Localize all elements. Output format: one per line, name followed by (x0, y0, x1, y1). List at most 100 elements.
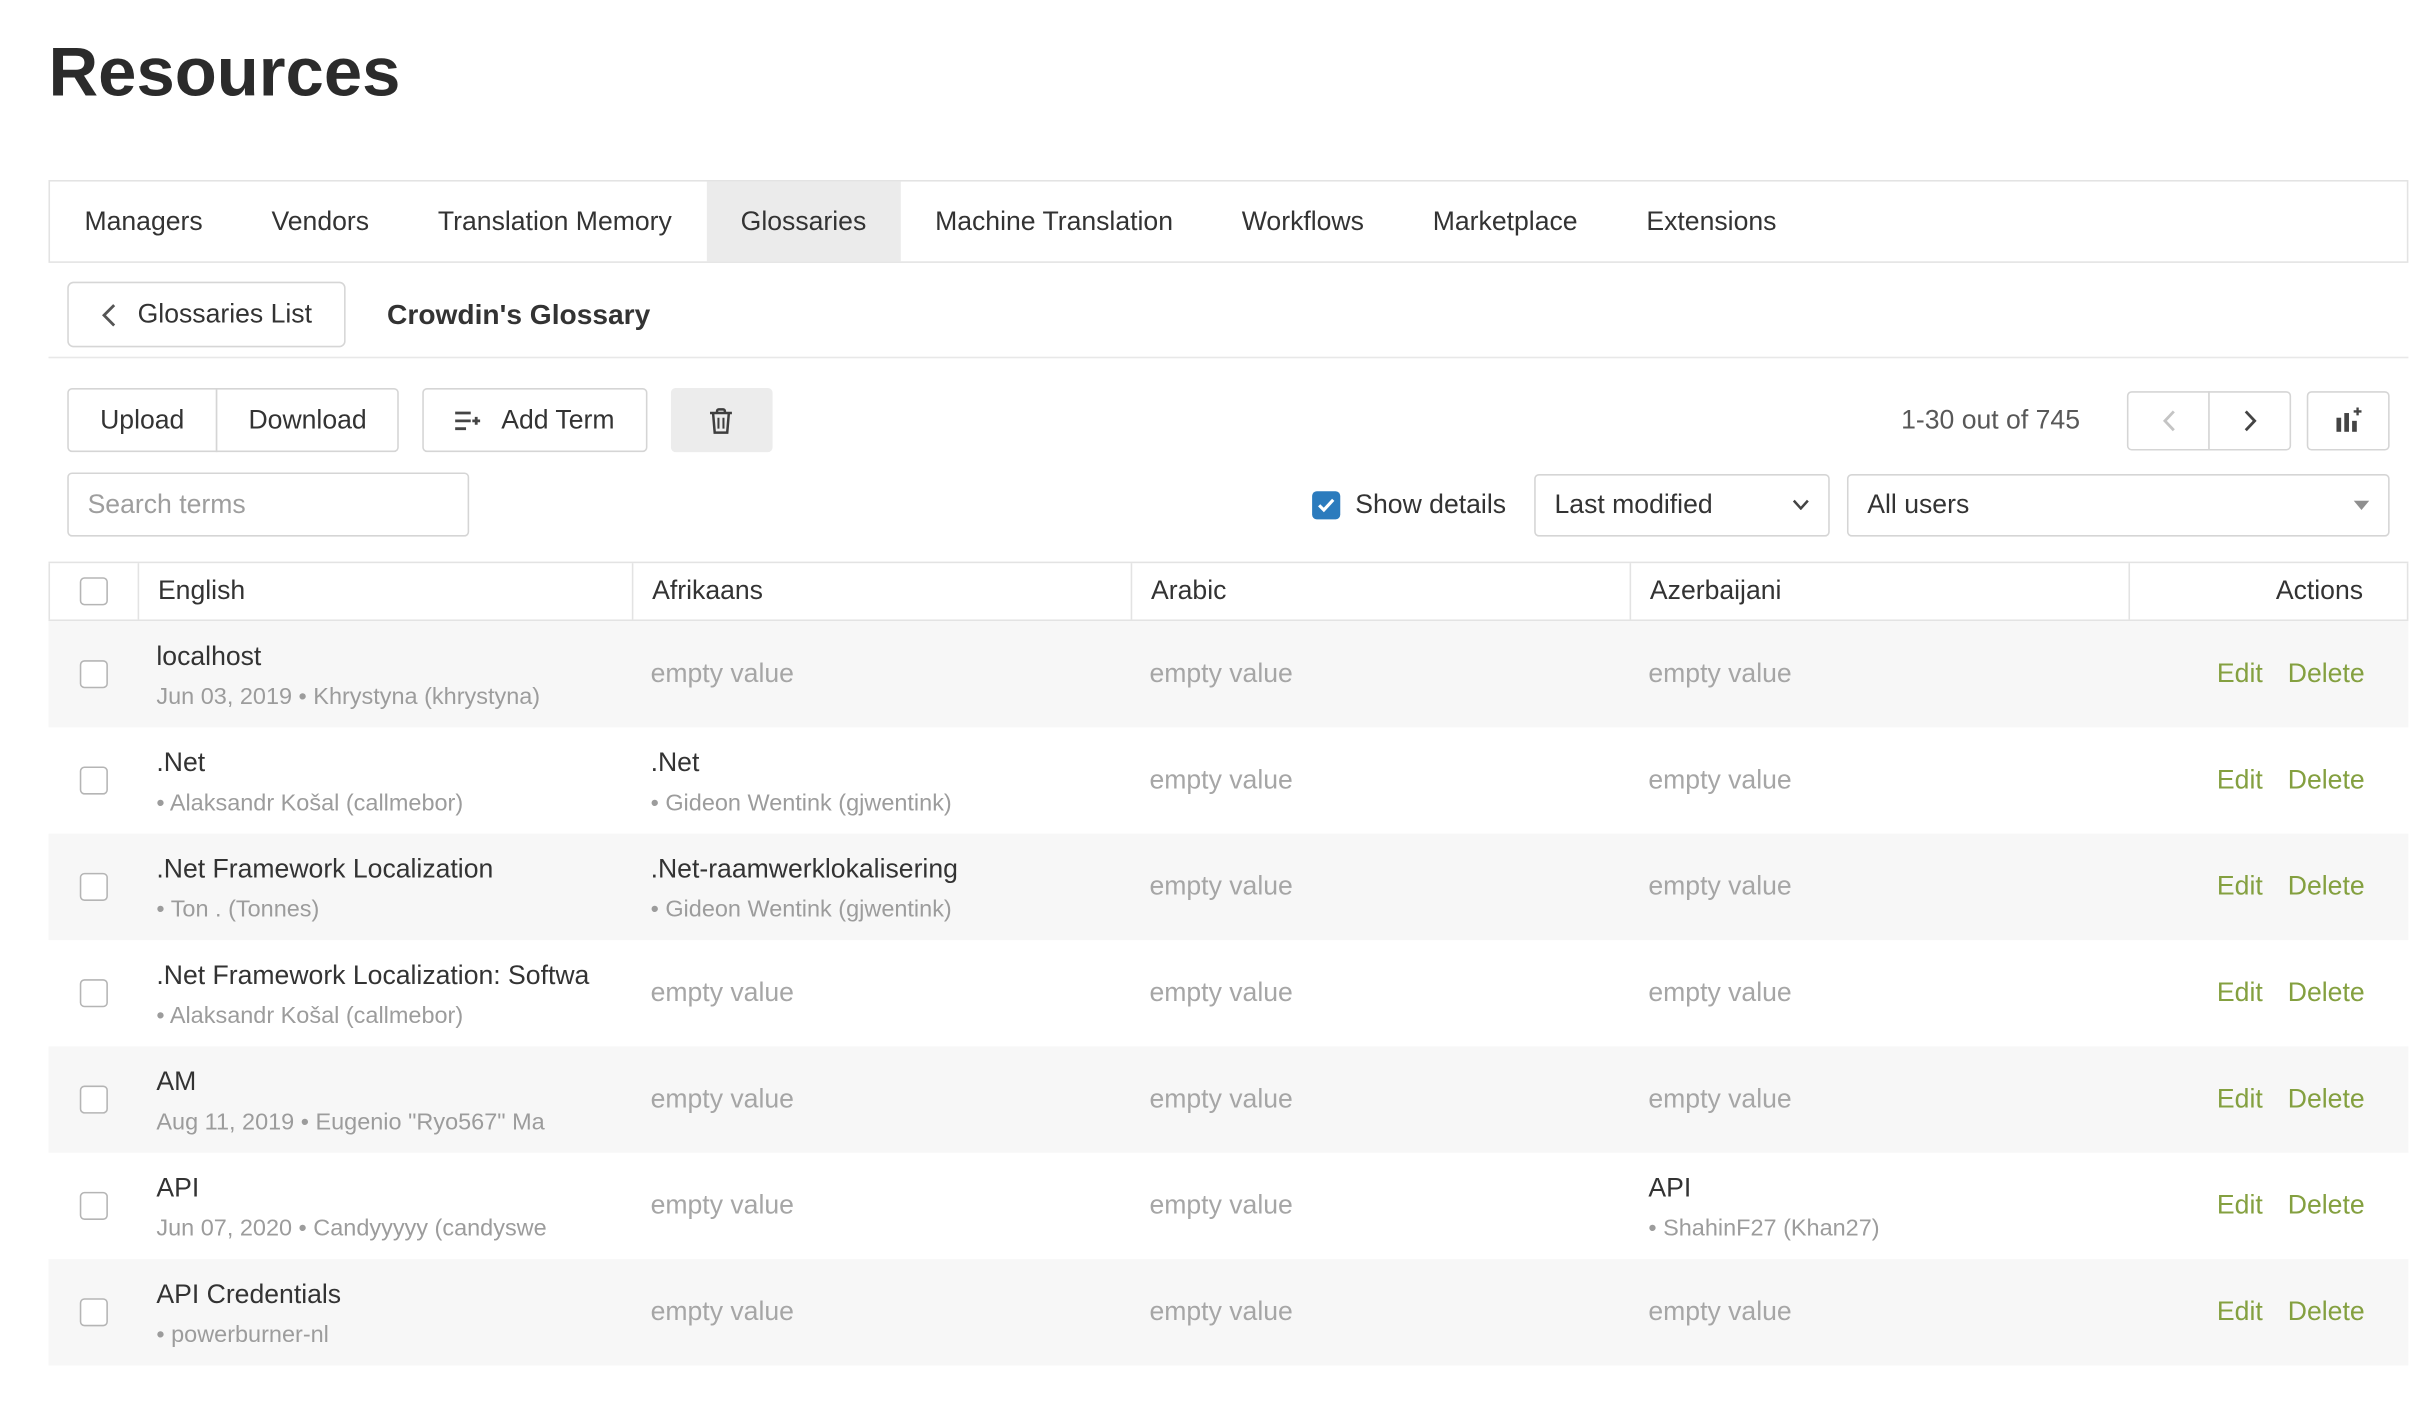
caret-down-icon (2354, 500, 2370, 509)
tab-extensions[interactable]: Extensions (1612, 182, 1811, 262)
row-checkbox[interactable] (79, 979, 107, 1007)
configure-columns-button[interactable] (2307, 390, 2390, 449)
delete-link[interactable]: Delete (2288, 1084, 2365, 1115)
cell-arabic: empty value (1131, 1259, 1630, 1365)
term-meta: Jun 07, 2020 • Candyyyyy (candyswe (156, 1209, 613, 1250)
search-input[interactable] (67, 472, 469, 536)
filters-right: Show details Last modified All users (1312, 473, 2390, 536)
glossaries-list-back-button[interactable]: Glossaries List (67, 282, 346, 348)
cell-azerbaijani: empty value (1630, 834, 2129, 940)
edit-link[interactable]: Edit (2217, 871, 2263, 902)
edit-link[interactable]: Edit (2217, 1297, 2263, 1328)
table-row: AMAug 11, 2019 • Eugenio "Ryo567" Ma emp… (48, 1046, 2408, 1152)
upload-button[interactable]: Upload (67, 388, 217, 452)
tab-managers[interactable]: Managers (50, 182, 237, 262)
row-checkbox[interactable] (79, 660, 107, 688)
column-header-english: English (138, 563, 632, 619)
select-all-checkbox[interactable] (80, 577, 108, 605)
table-row: .Net Framework Localization: Softwa• Ala… (48, 940, 2408, 1046)
resource-tabs: Managers Vendors Translation Memory Glos… (48, 180, 2408, 263)
row-checkbox[interactable] (79, 1192, 107, 1220)
cell-english: APIJun 07, 2020 • Candyyyyy (candyswe (138, 1153, 632, 1259)
cell-azerbaijani: API• ShahinF27 (Khan27) (1630, 1153, 2129, 1259)
term-text: AM (156, 1062, 613, 1103)
tab-workflows[interactable]: Workflows (1207, 182, 1398, 262)
cell-english: API Credentials• powerburner-nl (138, 1259, 632, 1365)
cell-afrikaans: empty value (632, 1259, 1131, 1365)
tab-translation-memory[interactable]: Translation Memory (403, 182, 706, 262)
row-checkbox[interactable] (79, 1298, 107, 1326)
empty-value: empty value (1149, 765, 1292, 796)
delete-link[interactable]: Delete (2288, 871, 2365, 902)
trash-icon (709, 406, 734, 434)
term-text: localhost (156, 637, 613, 678)
users-select-value: All users (1867, 489, 1969, 520)
tab-glossaries[interactable]: Glossaries (706, 182, 900, 262)
term-text: .Net Framework Localization: Softwa (156, 956, 613, 997)
users-select[interactable]: All users (1847, 473, 2390, 536)
delete-link[interactable]: Delete (2288, 659, 2365, 690)
show-details-control: Show details (1312, 489, 1507, 520)
delete-link[interactable]: Delete (2288, 765, 2365, 796)
cell-english: .Net Framework Localization: Softwa• Ala… (138, 940, 632, 1046)
tab-vendors[interactable]: Vendors (237, 182, 403, 262)
edit-link[interactable]: Edit (2217, 1190, 2263, 1221)
back-button-label: Glossaries List (138, 299, 312, 330)
tab-marketplace[interactable]: Marketplace (1398, 182, 1612, 262)
chevron-left-icon (2162, 409, 2175, 431)
toolbar: Upload Download Add Term (48, 358, 2408, 452)
cell-azerbaijani: empty value (1630, 621, 2129, 727)
sort-select[interactable]: Last modified (1534, 473, 1830, 536)
add-term-button[interactable]: Add Term (423, 388, 647, 452)
show-details-checkbox[interactable] (1312, 490, 1340, 518)
cell-azerbaijani: empty value (1630, 940, 2129, 1046)
delete-link[interactable]: Delete (2288, 978, 2365, 1009)
edit-link[interactable]: Edit (2217, 1084, 2263, 1115)
pagination-range: 1-30 out of 745 (1901, 404, 2080, 435)
prev-page-button[interactable] (2127, 390, 2210, 449)
chevron-down-icon (1792, 499, 1809, 510)
empty-value: empty value (1648, 765, 1791, 796)
edit-link[interactable]: Edit (2217, 765, 2263, 796)
empty-value: empty value (1149, 871, 1292, 902)
delete-selected-button[interactable] (671, 388, 773, 452)
empty-value: empty value (1648, 978, 1791, 1009)
empty-value: empty value (1149, 659, 1292, 690)
cell-english: AMAug 11, 2019 • Eugenio "Ryo567" Ma (138, 1046, 632, 1152)
column-header-actions: Actions (2128, 563, 2408, 619)
glossary-nav: Glossaries List Crowdin's Glossary (48, 263, 2408, 358)
cell-arabic: empty value (1131, 727, 1630, 833)
term-text: .Net (651, 743, 1112, 784)
add-term-icon (456, 409, 484, 431)
term-meta: • Gideon Wentink (gjwentink) (651, 784, 1112, 825)
cell-arabic: empty value (1131, 834, 1630, 940)
next-page-button[interactable] (2208, 390, 2291, 449)
resources-page: Resources Managers Vendors Translation M… (0, 33, 2435, 1406)
page-title: Resources (48, 33, 2408, 113)
row-checkbox[interactable] (79, 1086, 107, 1114)
delete-link[interactable]: Delete (2288, 1190, 2365, 1221)
delete-link[interactable]: Delete (2288, 1297, 2365, 1328)
tab-machine-translation[interactable]: Machine Translation (901, 182, 1208, 262)
cell-english: .Net• Alaksandr Košal (callmebor) (138, 727, 632, 833)
check-icon (1316, 497, 1335, 513)
row-checkbox[interactable] (79, 873, 107, 901)
term-meta: • Alaksandr Košal (callmebor) (156, 784, 613, 825)
cell-arabic: empty value (1131, 940, 1630, 1046)
filters-row: Show details Last modified All users (48, 452, 2408, 536)
table-row: .Net• Alaksandr Košal (callmebor) .Net• … (48, 727, 2408, 833)
edit-link[interactable]: Edit (2217, 978, 2263, 1009)
cell-english: .Net Framework Localization• Ton . (Tonn… (138, 834, 632, 940)
term-meta: Jun 03, 2019 • Khrystyna (khrystyna) (156, 677, 613, 718)
term-meta: • Alaksandr Košal (callmebor) (156, 996, 613, 1037)
column-header-azerbaijani: Azerbaijani (1630, 563, 2129, 619)
term-meta: • ShahinF27 (Khan27) (1648, 1209, 2109, 1250)
cell-afrikaans: empty value (632, 1046, 1131, 1152)
row-checkbox[interactable] (79, 766, 107, 794)
term-meta: • Gideon Wentink (gjwentink) (651, 890, 1112, 931)
edit-link[interactable]: Edit (2217, 659, 2263, 690)
download-button[interactable]: Download (216, 388, 400, 452)
cell-azerbaijani: empty value (1630, 727, 2129, 833)
column-header-arabic: Arabic (1131, 563, 1630, 619)
add-term-label: Add Term (501, 404, 614, 435)
